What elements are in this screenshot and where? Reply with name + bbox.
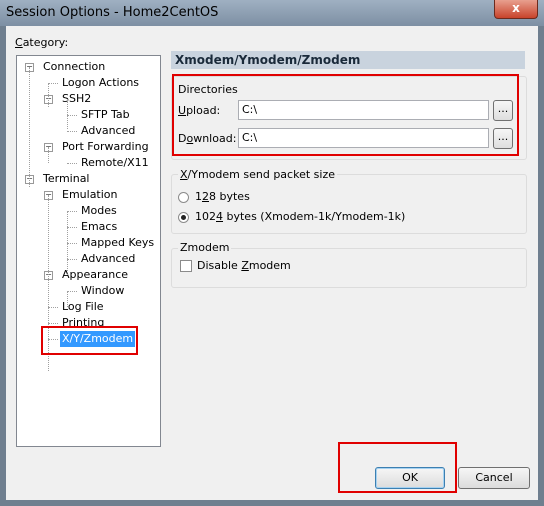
- dialog-client: Category: Connection − Logon Actions SSH2− S…: [6, 26, 538, 500]
- tree-guide-line: [48, 147, 49, 163]
- tree-item[interactable]: Window: [79, 283, 126, 299]
- download-browse-button[interactable]: ...: [493, 128, 513, 149]
- tree-item[interactable]: Printing: [60, 315, 106, 331]
- zmodem-title: Zmodem: [178, 241, 232, 254]
- radio-128-bytes[interactable]: [178, 192, 189, 203]
- upload-field[interactable]: C:\: [238, 100, 489, 120]
- tree-connector: [67, 211, 77, 212]
- tree-item[interactable]: SSH2: [60, 91, 93, 107]
- disable-zmodem-label: Disable Zmodem: [197, 259, 291, 272]
- radio-1024-bytes[interactable]: [178, 212, 189, 223]
- tree-connector: [48, 339, 58, 340]
- tree-item[interactable]: Mapped Keys: [79, 235, 156, 251]
- tree-connector: [48, 307, 58, 308]
- tree-connector: [67, 115, 77, 116]
- close-icon: x: [512, 1, 520, 15]
- tree-guide-line: [48, 83, 49, 107]
- tree-item[interactable]: Advanced: [79, 251, 137, 267]
- tree-connector: [67, 291, 77, 292]
- tree-guide-line: [48, 195, 49, 371]
- ok-button[interactable]: OK: [375, 467, 445, 489]
- page-title: Xmodem/Ymodem/Zmodem: [171, 51, 525, 69]
- tree-item[interactable]: Emulation: [60, 187, 120, 203]
- cancel-button[interactable]: Cancel: [458, 467, 530, 489]
- upload-browse-button[interactable]: ...: [493, 100, 513, 121]
- category-tree[interactable]: Connection − Logon Actions SSH2− SFTP Tab Adv…: [16, 55, 161, 447]
- tree-item[interactable]: Port Forwarding: [60, 139, 151, 155]
- window-title: Session Options - Home2CentOS: [6, 5, 219, 20]
- tree-item[interactable]: Remote/X11: [79, 155, 151, 171]
- packet-size-group: [171, 174, 527, 234]
- tree-connector: [48, 83, 58, 84]
- tree-connector: [67, 243, 77, 244]
- tree-item[interactable]: Terminal: [41, 171, 92, 187]
- radio-128-label: 128 bytes: [195, 190, 250, 203]
- upload-label: Upload:: [178, 104, 221, 117]
- tree-item[interactable]: Advanced: [79, 123, 137, 139]
- tree-connector: [67, 259, 77, 260]
- packet-size-title: X/Ymodem send packet size: [178, 168, 337, 181]
- tree-item[interactable]: SFTP Tab: [79, 107, 132, 123]
- tree-item[interactable]: Modes: [79, 203, 119, 219]
- tree-connector: [67, 227, 77, 228]
- title-bar: Session Options - Home2CentOS x: [0, 0, 544, 26]
- radio-1024-label: 1024 bytes (Xmodem-1k/Ymodem-1k): [195, 210, 406, 223]
- tree-item[interactable]: X/Y/Zmodem: [60, 331, 136, 347]
- disable-zmodem-checkbox[interactable]: [180, 260, 192, 272]
- tree-item[interactable]: Logon Actions: [60, 75, 141, 91]
- tree-connector: [67, 131, 77, 132]
- tree-guide-line: [67, 99, 68, 129]
- category-label: Category:: [15, 36, 69, 49]
- download-field[interactable]: C:\: [238, 128, 489, 148]
- tree-item[interactable]: Connection: [41, 59, 107, 75]
- tree-guide-line: [67, 211, 68, 275]
- tree-guide-line: [29, 67, 30, 187]
- close-button[interactable]: x: [494, 0, 538, 19]
- download-label: Download:: [178, 132, 237, 145]
- tree-connector: [67, 163, 77, 164]
- directories-title: Directories: [178, 83, 238, 96]
- tree-connector: [48, 323, 58, 324]
- tree-guide-line: [67, 291, 68, 307]
- tree-item[interactable]: Emacs: [79, 219, 119, 235]
- tree-item[interactable]: Appearance: [60, 267, 130, 283]
